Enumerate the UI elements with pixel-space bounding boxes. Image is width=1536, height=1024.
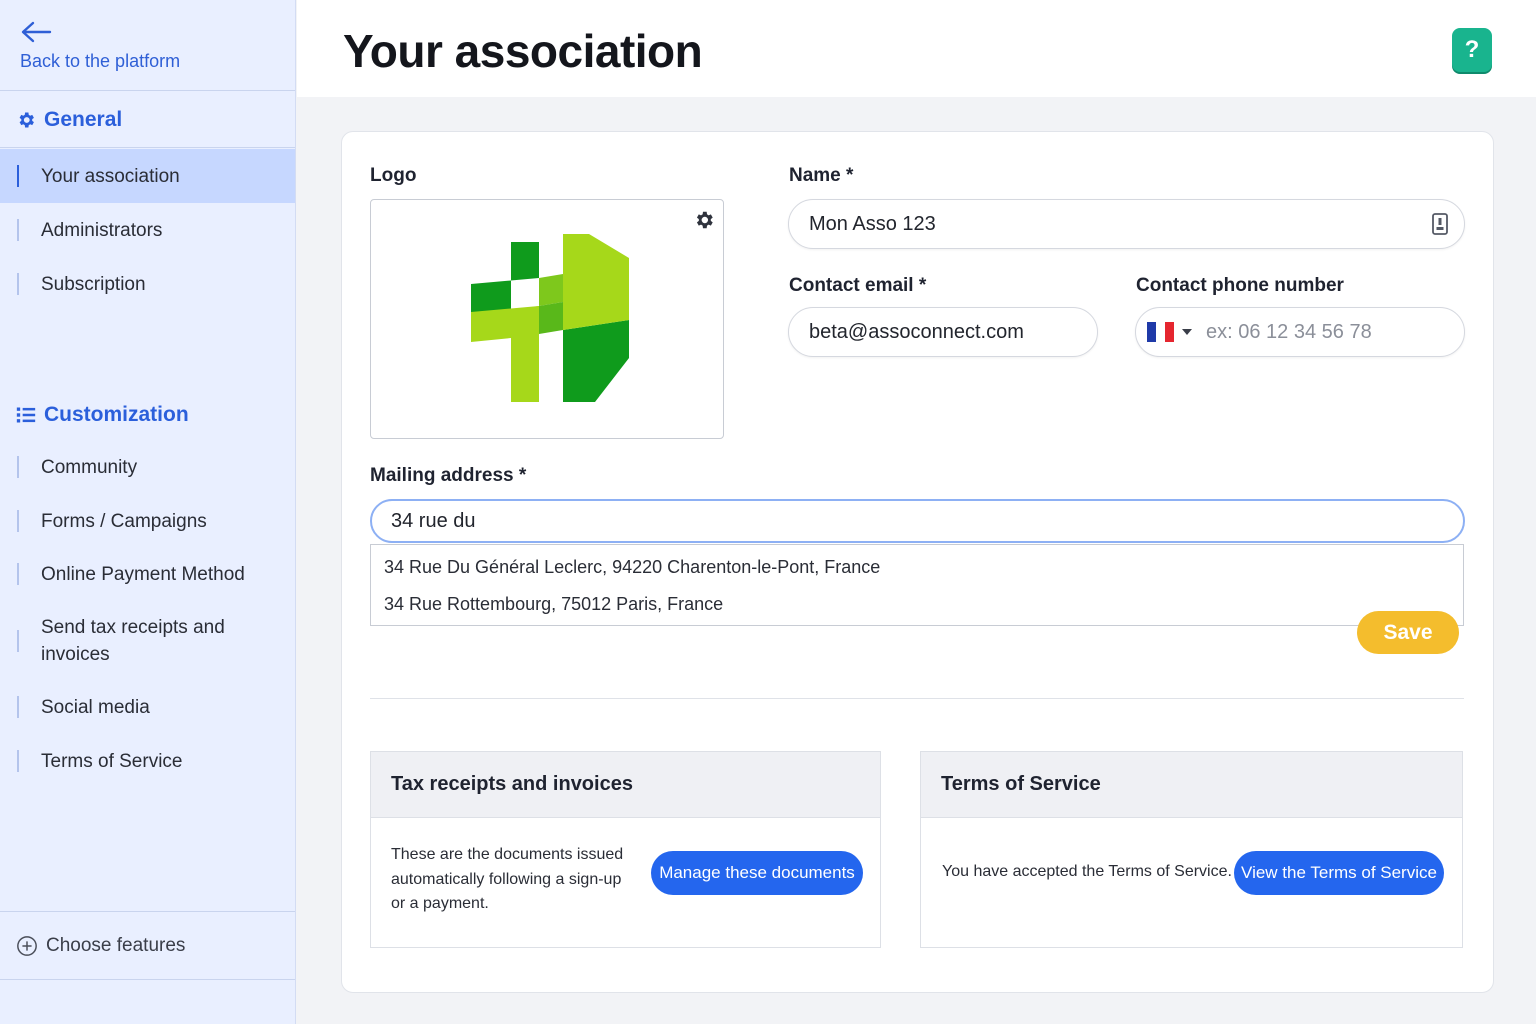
description-line: or a payment.: [391, 895, 489, 912]
sidebar-item-label: Your association: [41, 165, 180, 187]
terms-accepted-text: You have accepted the Terms of Service.: [942, 863, 1232, 880]
gear-icon[interactable]: [693, 209, 715, 231]
address-suggestions-dropdown: 34 Rue Du Général Leclerc, 94220 Charent…: [370, 544, 1464, 626]
section-general: General: [0, 92, 295, 148]
phone-field[interactable]: ex: 06 12 34 56 78: [1135, 307, 1465, 357]
name-value: Mon Asso 123: [809, 212, 936, 235]
section-divider: [370, 698, 1464, 699]
association-settings-card: Logo Name * Mon Asso 123 Contact email *…: [341, 131, 1494, 993]
email-label: Contact email *: [789, 275, 927, 296]
gear-icon: [19, 112, 34, 127]
sidebar-item-subscription[interactable]: Subscription: [0, 257, 295, 311]
arrow-left-icon: [21, 21, 52, 43]
sidebar-item-label: Send tax receipts and invoices: [41, 617, 225, 665]
tax-receipts-description: These are the documents issued automatic…: [391, 843, 631, 917]
sidebar-item-label: Terms of Service: [41, 750, 183, 772]
sidebar-item-label: Online Payment Method: [41, 563, 245, 585]
sidebar-item-administrators[interactable]: Administrators: [0, 203, 295, 257]
sidebar-item-label: Community: [41, 456, 138, 478]
save-button[interactable]: Save: [1357, 611, 1459, 654]
sidebar-item-send-tax-receipts[interactable]: Send tax receipts and invoices: [0, 601, 295, 681]
address-suggestion[interactable]: 34 Rue Du Général Leclerc, 94220 Charent…: [384, 557, 880, 578]
help-button[interactable]: ?: [1452, 28, 1492, 72]
name-label: Name *: [789, 165, 854, 186]
phone-placeholder: ex: 06 12 34 56 78: [1206, 320, 1372, 343]
sidebar-item-label: Social media: [41, 696, 150, 718]
france-flag-icon[interactable]: [1147, 322, 1174, 342]
sidebar-item-community[interactable]: Community: [0, 440, 295, 494]
sidebar-item-label: Forms / Campaigns: [41, 510, 207, 532]
terms-of-service-title: Terms of Service: [921, 752, 1462, 818]
page-header: Your association ?: [297, 0, 1536, 97]
sidebar-item-label: Subscription: [41, 273, 146, 295]
terms-of-service-panel: Terms of Service You have accepted the T…: [920, 751, 1463, 948]
section-customization-title: Customization: [44, 403, 189, 426]
phone-label: Contact phone number: [1136, 275, 1344, 296]
tax-receipts-title: Tax receipts and invoices: [371, 752, 880, 818]
caret-down-icon[interactable]: [1182, 329, 1192, 335]
sidebar-item-your-association[interactable]: Your association: [0, 149, 295, 203]
manage-documents-button[interactable]: Manage these documents: [651, 851, 863, 895]
sidebar: Back to the platform General Your associ…: [0, 0, 296, 1024]
page-title: Your association: [343, 25, 703, 77]
view-terms-button[interactable]: View the Terms of Service: [1234, 851, 1444, 895]
sidebar-item-label: Administrators: [41, 219, 163, 241]
mailing-address-label: Mailing address *: [370, 465, 527, 486]
address-suggestion[interactable]: 34 Rue Rottembourg, 75012 Paris, France: [384, 594, 723, 615]
email-field[interactable]: beta@assoconnect.com: [788, 307, 1098, 357]
mailing-address-value: 34 rue du: [391, 509, 476, 532]
description-line: automatically following a sign-up: [391, 870, 622, 888]
plus-circle-icon: [17, 935, 37, 956]
section-general-title: General: [44, 107, 123, 131]
logo-label: Logo: [370, 165, 417, 186]
contact-card-icon: [1432, 213, 1448, 235]
list-icon: [16, 407, 36, 423]
description-line: These are the documents issued: [391, 846, 624, 863]
tax-receipts-panel: Tax receipts and invoices These are the …: [370, 751, 881, 948]
sidebar-item-forms-campaigns[interactable]: Forms / Campaigns: [0, 494, 295, 548]
sidebar-item-terms-of-service[interactable]: Terms of Service: [0, 734, 295, 788]
logo-upload[interactable]: [370, 199, 724, 439]
name-field[interactable]: Mon Asso 123: [788, 199, 1465, 249]
choose-features-label: Choose features: [46, 934, 186, 956]
sidebar-item-social-media[interactable]: Social media: [0, 680, 295, 734]
section-customization: Customization: [0, 387, 295, 443]
mailing-address-field[interactable]: 34 rue du: [370, 499, 1465, 543]
association-logo-image: [471, 234, 629, 402]
sidebar-item-online-payment-method[interactable]: Online Payment Method: [0, 547, 295, 601]
back-link-label: Back to the platform: [20, 51, 181, 71]
choose-features-button[interactable]: Choose features: [0, 911, 295, 980]
back-to-platform-link[interactable]: Back to the platform: [0, 0, 295, 91]
email-value: beta@assoconnect.com: [809, 320, 1024, 343]
